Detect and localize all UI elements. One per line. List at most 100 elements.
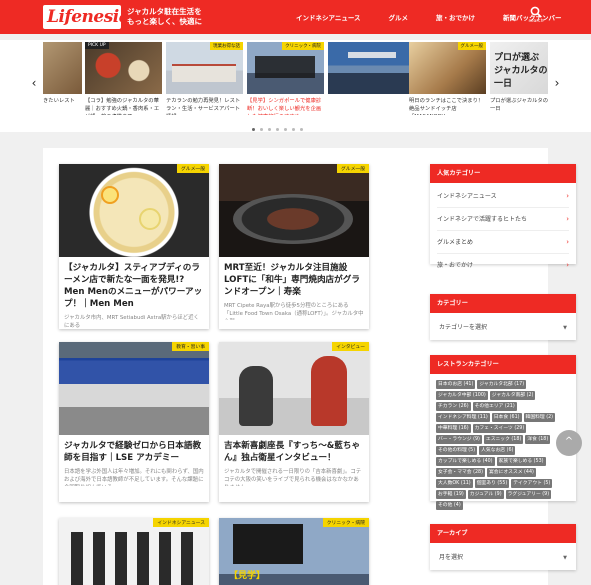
restaurant-tag[interactable]: お手軽 (19): [436, 490, 466, 499]
slider-dot[interactable]: [268, 128, 271, 131]
widget-title: カテゴリー: [430, 294, 576, 313]
popular-category-label: グルメまとめ: [437, 239, 474, 246]
restaurant-tag[interactable]: 個室あり (55): [474, 479, 510, 488]
restaurant-tag[interactable]: 韓国料理 (2): [523, 413, 556, 422]
article-excerpt: MRT Cipete Raya駅から徒歩5分程のところにある「Little Fo…: [224, 303, 364, 320]
restaurant-tag[interactable]: 大人数OK (11): [436, 479, 473, 488]
popular-category-item[interactable]: グルメまとめ ›: [437, 231, 569, 254]
restaurant-tag[interactable]: 洋食 (18): [525, 435, 551, 444]
nav-item-news[interactable]: インドネシアニュース: [296, 12, 361, 22]
article-card[interactable]: グルメ一般 MRT至近！ジャカルタ注目施設LOFTに「和牛」専門焼肉店がグランド…: [219, 164, 369, 329]
skyline-shape: [348, 52, 396, 58]
article-category-tag: インドネシアニュース: [153, 518, 209, 527]
slide[interactable]: きたいレスト: [43, 42, 82, 115]
category-select-value: カテゴリーを選択: [439, 324, 488, 331]
slide[interactable]: [328, 42, 416, 94]
ramen-lemon: [139, 208, 161, 230]
slider-prev-arrow[interactable]: ‹: [28, 76, 40, 90]
widget-title: レストランカテゴリー: [430, 355, 576, 374]
article-card[interactable]: インドネシアニュース: [59, 518, 209, 585]
slide-thumbnail: 現業お得な話: [166, 42, 243, 94]
search-button[interactable]: search: [524, 6, 548, 30]
article-title: ジャカルタで経験ゼロから日本語教師を目指す｜LSE アカデミー: [64, 441, 202, 463]
restaurant-tag[interactable]: カジュアル (9): [467, 490, 504, 499]
building-shape: [172, 64, 236, 82]
restaurant-tag[interactable]: カップルで楽しめる (40): [436, 457, 495, 466]
slider-dot[interactable]: [300, 128, 303, 131]
tagline-line-1: ジャカルタ駐在生活を: [127, 7, 202, 16]
site-tagline: ジャカルタ駐在生活を もっと楽しく、快適に: [127, 7, 202, 27]
restaurant-tag[interactable]: その他 (4): [436, 501, 463, 510]
article-card[interactable]: グルメ一般 【ジャカルタ】スティアブディのラーメン店で新たな一面を発見!?Men…: [59, 164, 209, 329]
restaurant-tag[interactable]: インドネシア料理 (11): [436, 413, 490, 422]
main-content: グルメ一般 【ジャカルタ】スティアブディのラーメン店で新たな一面を発見!?Men…: [43, 148, 576, 585]
slide-caption: テカランの勉力再発見！レストラン・生活・サービスアパート情報: [166, 98, 241, 115]
article-card[interactable]: インタビュー 吉本新喜劇座長『すっち～&藍ちゃん』独占衛星インタビュー！ ジャカ…: [219, 342, 369, 502]
restaurant-tag[interactable]: ジャカルタ南部 (2): [489, 391, 536, 400]
widget-popular-categories: 人気カテゴリー インドネシアニュース › インドネシアで活躍するヒトたち › グルメ…: [430, 164, 576, 269]
restaurant-tag[interactable]: ジャカルタ北部 (17): [477, 380, 527, 389]
slide[interactable]: グルメ一般 明日のランチはここで決まり！絶品サンドイッチ店「MASANOBU」: [409, 42, 486, 115]
site-logo[interactable]: Lifenesia: [43, 5, 130, 29]
banner-band: [59, 358, 209, 384]
restaurant-tag[interactable]: 家族で楽しめる (53): [496, 457, 546, 466]
category-select[interactable]: カテゴリーを選択 ▼: [437, 320, 569, 336]
slider-dot[interactable]: [292, 128, 295, 131]
widget-restaurant-categories: レストランカテゴリー 日本のお店 (41) ジャカルタ北部 (17) ジャカルタ中部…: [430, 355, 576, 510]
featured-slider: ‹ きたいレスト PICK UP 【コラ】勉強のジャカルタの華麗｜おすすめ火鍋・…: [0, 40, 591, 132]
scroll-to-top-button[interactable]: ^: [556, 430, 582, 456]
slider-dot[interactable]: [276, 128, 279, 131]
restaurant-tag[interactable]: カフェ・スイーツ (29): [472, 424, 527, 433]
slide[interactable]: PICK UP 【コラ】勉強のジャカルタの華麗｜おすすめ火鍋・香肉系・エビ鍋・蛇…: [85, 42, 162, 115]
popular-category-item[interactable]: 旅・おでかけ ›: [437, 254, 569, 277]
slide-category: クリニック・病院: [282, 42, 324, 50]
article-card[interactable]: クリニック・病院 【見学】: [219, 518, 369, 585]
restaurant-tag[interactable]: その他の料理 (5): [436, 446, 478, 455]
restaurant-tag[interactable]: テイクアウト (5): [511, 479, 553, 488]
restaurant-tag[interactable]: 中華料理 (16): [436, 424, 471, 433]
restaurant-tag[interactable]: ラグジュアリー (9): [505, 490, 552, 499]
logo-text: Lifenesia: [47, 7, 130, 27]
restaurant-tag[interactable]: 日本食 (61): [491, 413, 522, 422]
slide-category: グルメ一般: [457, 42, 486, 50]
dropdown-arrow-icon: ▼: [563, 325, 567, 331]
person-silhouette: [311, 356, 347, 426]
restaurant-tag-cloud: 日本のお店 (41) ジャカルタ北部 (17) ジャカルタ中部 (100) ジャカルタ…: [430, 374, 576, 516]
chevron-up-icon: ^: [564, 436, 574, 447]
slide-caption: きたいレスト: [43, 98, 75, 104]
restaurant-tag[interactable]: バー・ラウンジ (9): [436, 435, 482, 444]
restaurant-tag[interactable]: エスニック (18): [483, 435, 524, 444]
nav-item-travel[interactable]: 旅・おでかけ: [436, 12, 475, 22]
group-silhouette: [71, 532, 197, 585]
restaurant-tag[interactable]: チカラン (26): [436, 402, 471, 411]
popular-category-label: インドネシアで活躍するヒトたち: [437, 216, 528, 223]
restaurant-tag[interactable]: ジャカルタ中部 (100): [436, 391, 488, 400]
nav-item-gourmet[interactable]: グルメ: [389, 12, 409, 22]
restaurant-tag[interactable]: 宴会にオススメ (44): [486, 468, 536, 477]
article-thumbnail: 教育・習い事: [59, 342, 209, 435]
slide-caption: 【見学】シンガポールで健康診断！おいしく楽しい観光を企画した健康旅行のすすめ: [247, 98, 322, 115]
slider-dot[interactable]: [284, 128, 287, 131]
article-card[interactable]: 教育・習い事 ジャカルタで経験ゼロから日本語教師を目指す｜LSE アカデミー 日…: [59, 342, 209, 502]
slider-dot[interactable]: [252, 128, 255, 131]
slide[interactable]: クリニック・病院 【見学】シンガポールで健康診断！おいしく楽しい観光を企画した健…: [247, 42, 324, 115]
slider-dot[interactable]: [260, 128, 263, 131]
slide-category: 現業お得な話: [210, 42, 243, 50]
slider-next-arrow[interactable]: ›: [551, 76, 563, 90]
article-excerpt: 日本語を学ぶ外国人は年々増加。それにも関わらず、国内および海外で日本語教師が不足…: [64, 469, 204, 486]
popular-category-item[interactable]: インドネシアニュース ›: [437, 185, 569, 208]
restaurant-tag[interactable]: 人気なお店 (6): [479, 446, 516, 455]
restaurant-tag[interactable]: 日本のお店 (41): [436, 380, 476, 389]
site-header: Lifenesia ジャカルタ駐在生活を もっと楽しく、快適に インドネシアニュ…: [0, 0, 591, 34]
slide-thumb-text: プロが選ぶジャカルタの一日: [494, 53, 548, 89]
slide[interactable]: プロが選ぶジャカルタの一日 プロが選ぶジャカルタの一日: [490, 42, 548, 115]
thumb-overlay-text: 【見学】: [229, 571, 266, 581]
ramen-egg: [101, 186, 119, 204]
restaurant-tag[interactable]: その他エリア (21): [472, 402, 517, 411]
slide[interactable]: 現業お得な話 テカランの勉力再発見！レストラン・生活・サービスアパート情報: [166, 42, 243, 115]
dropdown-arrow-icon: ▼: [563, 555, 567, 561]
popular-category-item[interactable]: インドネシアで活躍するヒトたち ›: [437, 208, 569, 231]
restaurant-tag[interactable]: 女子会・ママ会 (28): [436, 468, 485, 477]
slider-dots: [252, 128, 308, 131]
archive-select[interactable]: 月を選択 ▼: [437, 550, 569, 566]
